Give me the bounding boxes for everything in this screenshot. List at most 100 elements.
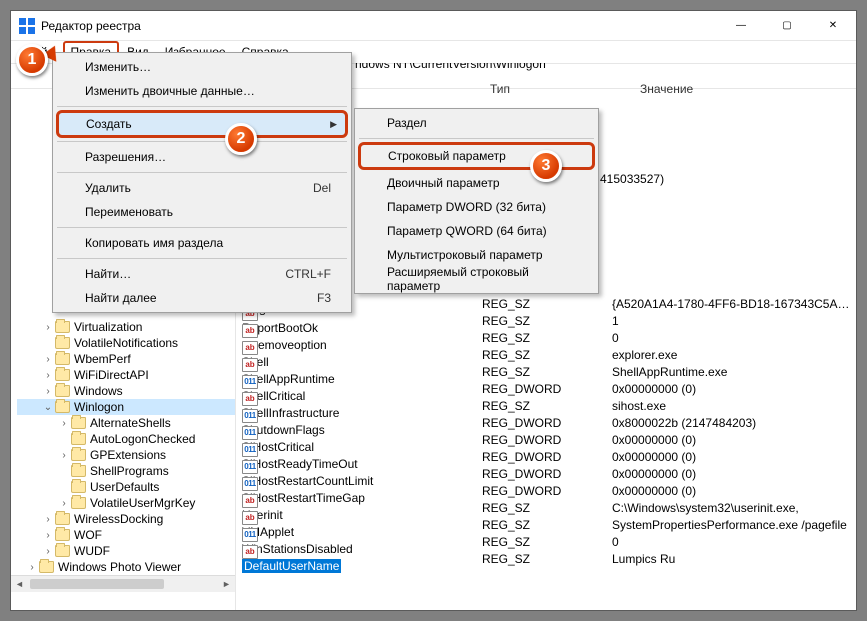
menu-find[interactable]: Найти…CTRL+F (55, 262, 349, 286)
menu-find-next[interactable]: Найти далееF3 (55, 286, 349, 310)
tree-item-label: WiFiDirectAPI (74, 368, 149, 382)
window-controls: ― ▢ ✕ (718, 11, 856, 41)
value-type: REG_DWORD (482, 382, 612, 396)
value-type: REG_DWORD (482, 467, 612, 481)
value-type: REG_SZ (482, 331, 612, 345)
value-type: REG_DWORD (482, 433, 612, 447)
column-header-type[interactable]: Тип (490, 82, 510, 96)
value-type: REG_SZ (482, 535, 612, 549)
tree-twisty-icon[interactable]: › (41, 386, 55, 397)
menu-rename[interactable]: Переименовать (55, 200, 349, 224)
string-value-icon (242, 392, 258, 406)
tree-twisty-icon[interactable]: › (41, 530, 55, 541)
value-data: Lumpics Ru (612, 552, 856, 566)
title-bar: Редактор реестра ― ▢ ✕ (11, 11, 856, 41)
tree-item-label: ShellPrograms (90, 464, 169, 478)
tree-item-label: UserDefaults (90, 480, 159, 494)
close-button[interactable]: ✕ (810, 11, 856, 41)
string-value-icon (242, 494, 258, 508)
tree-item-wirelessdocking[interactable]: › WirelessDocking (17, 511, 235, 527)
tree-item-volatilenotifications[interactable]: VolatileNotifications (17, 335, 235, 351)
tree-item-userdefaults[interactable]: UserDefaults (17, 479, 235, 495)
submenu-qword-value[interactable]: Параметр QWORD (64 бита) (357, 219, 596, 243)
tree-item-label: AutoLogonChecked (90, 432, 195, 446)
string-value-icon (242, 324, 258, 338)
tree-twisty-icon[interactable]: › (41, 546, 55, 557)
dword-value-icon (242, 409, 258, 423)
value-data: 0x8000022b (2147484203) (612, 416, 856, 430)
tree-twisty-icon[interactable]: › (41, 322, 55, 333)
folder-icon (55, 321, 70, 333)
value-data: 0x00000000 (0) (612, 433, 856, 447)
submenu-dword-value[interactable]: Параметр DWORD (32 бита) (357, 195, 596, 219)
tree-item-label: Virtualization (74, 320, 142, 334)
column-header-value[interactable]: Значение (640, 82, 693, 96)
value-type: REG_SZ (482, 365, 612, 379)
tree-item-shellprograms[interactable]: ShellPrograms (17, 463, 235, 479)
submenu-multistring-value[interactable]: Мультистроковый параметр (357, 243, 596, 267)
tree-item-label: WOF (74, 528, 102, 542)
callout-3: 3 (530, 150, 562, 182)
folder-icon (71, 465, 86, 477)
tree-item-volatileusermgrkey[interactable]: ›VolatileUserMgrKey (17, 495, 235, 511)
value-type: REG_SZ (482, 518, 612, 532)
tree-h-scrollbar[interactable]: ◄► (11, 575, 235, 592)
value-data: 1 (612, 314, 856, 328)
string-value-icon (242, 545, 258, 559)
tree-twisty-icon[interactable]: › (41, 370, 55, 381)
folder-icon (39, 561, 54, 573)
string-value-icon (242, 358, 258, 372)
folder-icon (55, 353, 70, 365)
tree-twisty-icon[interactable]: › (57, 418, 71, 429)
menu-create[interactable]: Создать (56, 110, 348, 138)
submenu-expandstring-value[interactable]: Расширяемый строковый параметр (357, 267, 596, 291)
tree-item-gpextensions[interactable]: ›GPExtensions (17, 447, 235, 463)
folder-icon (71, 481, 86, 493)
folder-icon (71, 417, 86, 429)
tree-item-label: VolatileNotifications (74, 336, 178, 350)
value-row[interactable]: DefaultUserNameREG_SZLumpics Ru (236, 550, 856, 567)
value-data: 0x00000000 (0) (612, 382, 856, 396)
value-name: DefaultUserName (242, 559, 341, 573)
menu-modify[interactable]: Изменить… (55, 55, 349, 79)
tree-item-windows-photo-viewer[interactable]: ›Windows Photo Viewer (17, 559, 235, 575)
folder-icon (55, 545, 70, 557)
tree-item-windows[interactable]: ›Windows (17, 383, 235, 399)
tree-twisty-icon[interactable]: ⌄ (41, 402, 55, 413)
tree-item-autologonchecked[interactable]: AutoLogonChecked (17, 431, 235, 447)
dword-value-icon (242, 426, 258, 440)
string-value-icon (242, 511, 258, 525)
tree-twisty-icon[interactable]: › (25, 562, 39, 573)
tree-item-wudf[interactable]: › WUDF (17, 543, 235, 559)
tree-item-alternateshells[interactable]: ›AlternateShells (17, 415, 235, 431)
tree-item-label: WUDF (74, 544, 110, 558)
tree-twisty-icon[interactable]: › (41, 354, 55, 365)
folder-icon (55, 369, 70, 381)
minimize-button[interactable]: ― (718, 11, 764, 41)
folder-icon (55, 529, 70, 541)
menu-permissions[interactable]: Разрешения… (55, 145, 349, 169)
tree-item-wof[interactable]: › WOF (17, 527, 235, 543)
maximize-button[interactable]: ▢ (764, 11, 810, 41)
submenu-key[interactable]: Раздел (357, 111, 596, 135)
callout-2: 2 (225, 123, 257, 155)
tree-item-label: WirelessDocking (74, 512, 163, 526)
tree-twisty-icon[interactable]: › (57, 450, 71, 461)
tree-item-wifidirectapi[interactable]: › WiFiDirectAPI (17, 367, 235, 383)
tree-item-virtualization[interactable]: › Virtualization (17, 319, 235, 335)
submenu-binary-value[interactable]: Двоичный параметр (357, 171, 596, 195)
menu-modify-binary[interactable]: Изменить двоичные данные… (55, 79, 349, 103)
menu-delete[interactable]: УдалитьDel (55, 176, 349, 200)
app-icon (19, 18, 35, 34)
tree-item-winlogon[interactable]: ⌄Winlogon (17, 399, 235, 415)
callout-1: 1 (16, 44, 48, 76)
value-type: REG_SZ (482, 297, 612, 311)
value-type: REG_DWORD (482, 416, 612, 430)
value-data: 0 (612, 331, 856, 345)
tree-twisty-icon[interactable]: › (41, 514, 55, 525)
menu-copy-key-name[interactable]: Копировать имя раздела (55, 231, 349, 255)
tree-item-wbemperf[interactable]: ›WbemPerf (17, 351, 235, 367)
tree-twisty-icon[interactable]: › (57, 498, 71, 509)
value-data: C:\Windows\system32\userinit.exe, (612, 501, 856, 515)
window-title: Редактор реестра (41, 19, 141, 33)
